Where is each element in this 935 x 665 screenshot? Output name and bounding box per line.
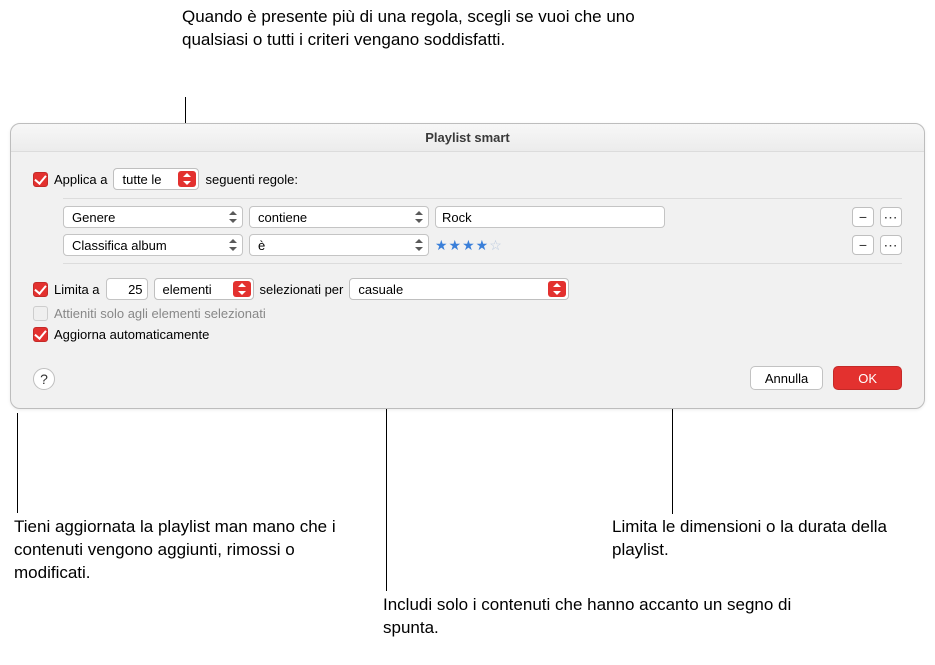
callout-only-checked: Includi solo i contenuti che hanno accan… <box>383 594 803 640</box>
match-label-suffix: seguenti regole: <box>205 172 298 187</box>
match-mode-value: tutte le <box>122 172 161 187</box>
limit-method-select[interactable]: casuale <box>349 278 569 300</box>
live-update-label: Aggiorna automaticamente <box>54 327 209 342</box>
dialog-footer: Annulla OK <box>33 366 902 390</box>
limit-value-input[interactable]: 25 <box>106 278 148 300</box>
rule-value-text: Rock <box>442 210 472 225</box>
chevron-updown-icon <box>415 239 423 251</box>
only-checked-label: Attieniti solo agli elementi selezionati <box>54 306 266 321</box>
chevron-updown-icon <box>229 211 237 223</box>
match-checkbox[interactable] <box>33 172 48 187</box>
match-mode-select[interactable]: tutte le <box>113 168 199 190</box>
rule-field-select[interactable]: Genere <box>63 206 243 228</box>
rule-value-input[interactable]: Rock <box>435 206 665 228</box>
limit-row: Limita a 25 elementi selezionati per cas… <box>33 278 902 300</box>
rule-field-value: Genere <box>72 210 115 225</box>
callout-limit: Limita le dimensioni o la durata della p… <box>612 516 922 562</box>
chevron-updown-icon <box>229 239 237 251</box>
help-button[interactable]: ? <box>33 368 55 390</box>
chevron-updown-icon <box>415 211 423 223</box>
match-label-prefix: Applica a <box>54 172 107 187</box>
limit-checkbox[interactable] <box>33 282 48 297</box>
rule-op-select[interactable]: contiene <box>249 206 429 228</box>
smart-playlist-dialog: Playlist smart Applica a tutte le seguen… <box>10 123 925 409</box>
ok-button[interactable]: OK <box>833 366 902 390</box>
rule-field-value: Classifica album <box>72 238 167 253</box>
match-row: Applica a tutte le seguenti regole: <box>33 168 902 190</box>
rules-list: Genere contiene Rock − ⋯ Classifica albu… <box>63 198 902 264</box>
remove-rule-button[interactable]: − <box>852 207 874 227</box>
live-update-row: Aggiorna automaticamente <box>33 327 902 342</box>
only-checked-row: Attieniti solo agli elementi selezionati <box>33 306 902 321</box>
more-rule-button[interactable]: ⋯ <box>880 235 902 255</box>
rule-op-value: è <box>258 238 265 253</box>
remove-rule-button[interactable]: − <box>852 235 874 255</box>
rule-op-value: contiene <box>258 210 307 225</box>
limit-label-prefix: Limita a <box>54 282 100 297</box>
rule-rating-input[interactable]: ★★★★☆ <box>435 237 503 254</box>
callout-match-rules: Quando è presente più di una regola, sce… <box>182 6 642 52</box>
limit-method-value: casuale <box>358 282 403 297</box>
live-update-checkbox[interactable] <box>33 327 48 342</box>
limit-unit-value: elementi <box>163 282 212 297</box>
chevron-updown-icon <box>178 171 196 187</box>
callout-line <box>17 413 18 513</box>
callout-live-update: Tieni aggiornata la playlist man mano ch… <box>14 516 344 585</box>
more-rule-button[interactable]: ⋯ <box>880 207 902 227</box>
limit-label-mid: selezionati per <box>260 282 344 297</box>
chevron-updown-icon <box>548 281 566 297</box>
cancel-button[interactable]: Annulla <box>750 366 823 390</box>
only-checked-checkbox[interactable] <box>33 306 48 321</box>
rule-row: Genere contiene Rock − ⋯ <box>63 203 902 231</box>
chevron-updown-icon <box>233 281 251 297</box>
limit-unit-select[interactable]: elementi <box>154 278 254 300</box>
rule-op-select[interactable]: è <box>249 234 429 256</box>
window-title: Playlist smart <box>11 124 924 152</box>
rule-field-select[interactable]: Classifica album <box>63 234 243 256</box>
rule-row: Classifica album è ★★★★☆ − ⋯ <box>63 231 902 259</box>
